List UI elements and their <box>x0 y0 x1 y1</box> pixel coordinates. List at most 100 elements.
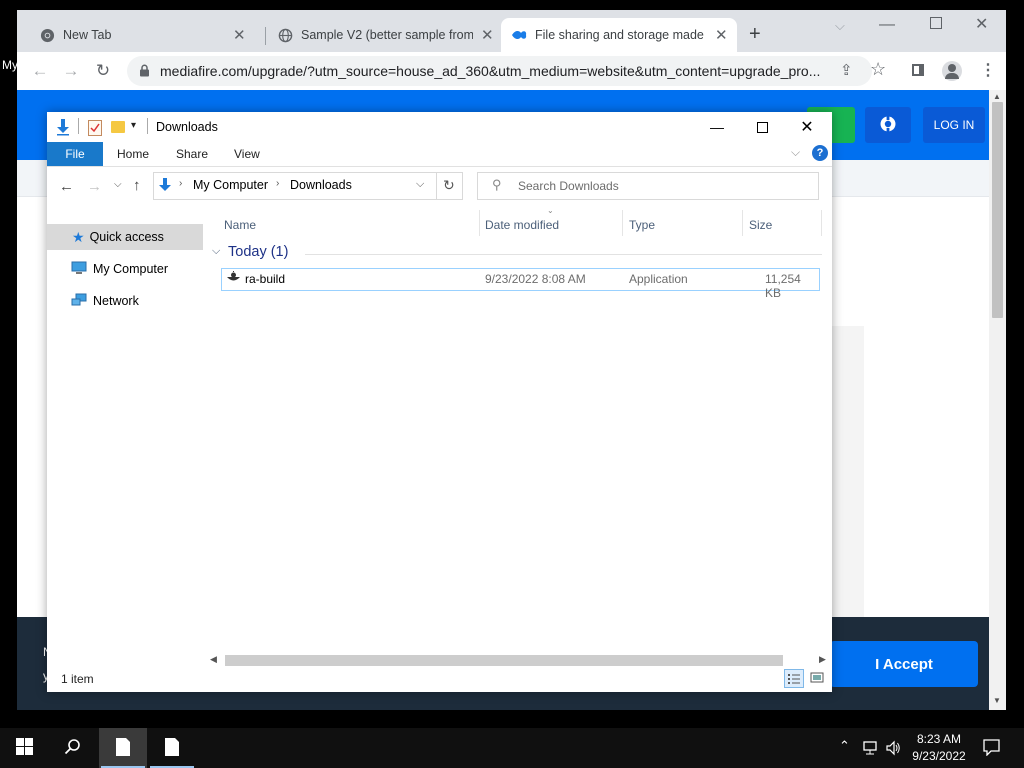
help-icon[interactable]: ? <box>812 145 828 161</box>
file-type: Application <box>629 272 688 286</box>
column-date-modified[interactable]: Date modified <box>485 218 559 232</box>
url-text: mediafire.com/upgrade/?utm_source=house_… <box>160 63 821 79</box>
document-icon <box>164 737 180 760</box>
document-icon <box>115 737 131 760</box>
chevron-right-icon[interactable]: › <box>276 178 279 189</box>
taskbar-app-1[interactable] <box>99 728 147 768</box>
edge-text: My <box>2 58 18 72</box>
minimize-icon[interactable]: — <box>699 116 735 138</box>
new-tab-button[interactable]: + <box>749 23 761 46</box>
chevron-up-icon[interactable]: ⌃ <box>839 738 850 754</box>
maximize-icon[interactable] <box>930 17 942 29</box>
tab-home[interactable]: Home <box>117 147 149 161</box>
properties-icon[interactable] <box>88 120 102 136</box>
horizontal-scrollbar[interactable]: ◀ ▶ <box>207 652 832 669</box>
horizontal-scroll-thumb[interactable] <box>225 655 783 666</box>
scroll-left-icon[interactable]: ◀ <box>210 654 217 665</box>
side-panel-icon[interactable] <box>912 64 924 76</box>
share-icon[interactable]: ⇪ <box>840 61 853 79</box>
tab-view[interactable]: View <box>234 147 260 161</box>
tab-mediafire[interactable]: File sharing and storage made s ✕ <box>501 18 737 52</box>
breadcrumb-my-computer[interactable]: My Computer <box>193 178 268 192</box>
search-icon: ⚲ <box>492 177 502 192</box>
network-icon[interactable] <box>862 740 880 759</box>
tab-new-tab[interactable]: New Tab ✕ <box>27 18 263 52</box>
address-bar[interactable]: mediafire.com/upgrade/?utm_source=house_… <box>127 56 872 86</box>
nav-network[interactable]: Network <box>47 288 203 314</box>
forward-icon[interactable]: → <box>87 178 102 195</box>
back-icon[interactable]: ← <box>59 178 74 195</box>
navigation-pane: ★ Quick access My Computer Network <box>47 216 207 666</box>
chrome-icon <box>39 27 55 43</box>
page-scroll-thumb[interactable] <box>992 102 1003 318</box>
close-icon[interactable]: ✕ <box>715 26 728 44</box>
group-divider <box>305 254 822 255</box>
nav-quick-access[interactable]: ★ Quick access <box>47 224 203 250</box>
help-button[interactable] <box>865 107 911 143</box>
profile-icon[interactable] <box>942 61 962 81</box>
tab-label: File sharing and storage made s <box>535 28 707 42</box>
close-icon[interactable]: ✕ <box>481 26 494 44</box>
expand-ribbon-icon[interactable]: ⌵ <box>791 145 800 160</box>
lock-icon <box>139 64 150 80</box>
chevron-down-icon[interactable]: ⌵ <box>835 18 845 34</box>
maximize-icon[interactable] <box>744 116 780 138</box>
login-button[interactable]: LOG IN <box>923 107 985 143</box>
column-size[interactable]: Size <box>749 218 772 232</box>
group-collapse-icon[interactable]: ⌵ <box>212 245 220 258</box>
star-icon[interactable]: ☆ <box>870 59 886 80</box>
nav-my-computer[interactable]: My Computer <box>47 256 203 282</box>
recent-locations-icon[interactable]: ⌵ <box>114 179 122 190</box>
chevron-right-icon[interactable]: › <box>179 178 182 189</box>
menu-icon[interactable]: ⋮ <box>980 60 996 80</box>
close-icon[interactable]: ✕ <box>233 26 246 44</box>
large-icons-view-icon[interactable] <box>808 669 826 686</box>
notifications-icon[interactable] <box>983 739 1000 759</box>
search-input[interactable]: ⚲ Search Downloads <box>477 172 819 200</box>
lifebuoy-icon <box>879 115 897 136</box>
chevron-down-icon[interactable]: ⌵ <box>416 178 424 191</box>
address-box[interactable]: › My Computer › Downloads ⌵ <box>153 172 437 200</box>
taskbar-app-2[interactable] <box>148 728 196 768</box>
explorer-title-bar: ▾ Downloads — ✕ <box>47 112 832 142</box>
group-header[interactable]: Today (1) <box>228 244 288 260</box>
search-placeholder: Search Downloads <box>518 179 619 193</box>
tab-share[interactable]: Share <box>176 147 208 161</box>
star-icon: ★ <box>72 228 85 245</box>
quick-access-dropdown-icon[interactable]: ▾ <box>131 120 136 131</box>
application-icon <box>226 271 241 288</box>
accept-button[interactable]: I Accept <box>830 641 978 687</box>
volume-icon[interactable] <box>885 740 901 759</box>
nav-label: Quick access <box>89 230 164 244</box>
start-button[interactable] <box>0 728 48 768</box>
column-name[interactable]: Name <box>224 218 256 232</box>
minimize-icon[interactable]: — <box>879 16 895 34</box>
close-window-icon[interactable]: ✕ <box>975 14 988 34</box>
details-view-icon[interactable] <box>784 669 804 688</box>
nav-label: Network <box>93 294 139 308</box>
scroll-right-icon[interactable]: ▶ <box>819 654 826 665</box>
new-folder-icon[interactable] <box>111 121 125 133</box>
reload-icon[interactable]: ↻ <box>93 61 113 81</box>
refresh-button[interactable]: ↻ <box>436 172 463 200</box>
windows-icon <box>15 738 33 758</box>
clock-time: 8:23 AM <box>916 732 962 746</box>
breadcrumb-downloads[interactable]: Downloads <box>290 178 352 192</box>
back-icon[interactable]: ← <box>30 61 50 81</box>
up-icon[interactable]: ↑ <box>133 177 141 194</box>
clock[interactable]: 8:23 AM 9/23/2022 <box>900 731 978 765</box>
file-date: 9/23/2022 8:08 AM <box>485 272 586 286</box>
file-name: ra-build <box>245 272 286 286</box>
scroll-up-icon[interactable]: ▲ <box>993 92 1001 101</box>
column-type[interactable]: Type <box>629 218 655 232</box>
search-button[interactable] <box>48 728 96 768</box>
table-row[interactable]: ra-build 9/23/2022 8:08 AM Application 1… <box>221 268 820 300</box>
status-bar: 1 item <box>47 668 832 692</box>
tab-sample-v2[interactable]: Sample V2 (better sample from A ✕ <box>269 18 499 52</box>
close-icon[interactable]: ✕ <box>789 116 825 138</box>
file-explorer-window: ▾ Downloads — ✕ File Home Share View ⌵ ?… <box>47 112 832 692</box>
globe-icon <box>277 27 293 43</box>
tab-file[interactable]: File <box>47 142 103 166</box>
scroll-down-icon[interactable]: ▼ <box>993 696 1001 705</box>
forward-icon[interactable]: → <box>61 61 81 81</box>
